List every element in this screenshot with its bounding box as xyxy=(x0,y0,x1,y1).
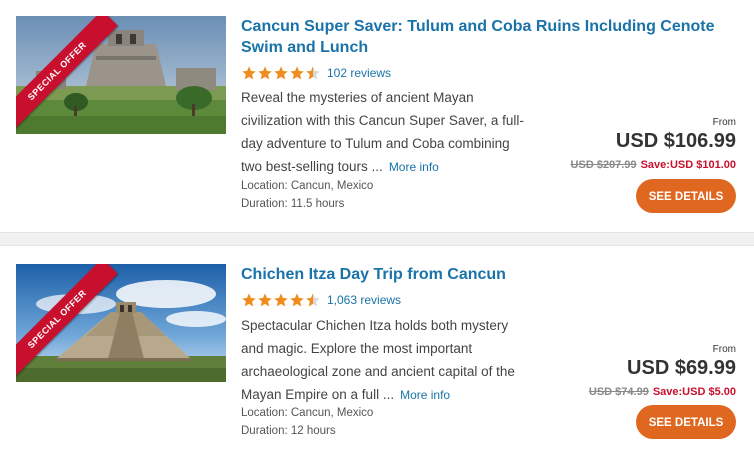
star-half-icon xyxy=(306,293,320,307)
savings-line: USD $207.99 Save:USD $101.00 xyxy=(571,159,736,171)
star-full-icon xyxy=(258,66,272,80)
tour-description: Spectacular Chichen Itza holds both myst… xyxy=(241,314,531,407)
rating-row: 102 reviews xyxy=(241,65,391,81)
tour-listing-card: SPECIAL OFFER Cancun Super Saver: Tulum … xyxy=(0,0,754,232)
card-separator xyxy=(0,232,754,246)
from-label: From xyxy=(712,117,736,128)
star-half-icon xyxy=(306,66,320,80)
tour-listing-card: SPECIAL OFFER Chichen Itza Day Trip from… xyxy=(0,246,754,457)
current-price: USD $69.99 xyxy=(627,357,736,379)
tour-description: Reveal the mysteries of ancient Mayan ci… xyxy=(241,86,531,179)
description-text: Spectacular Chichen Itza holds both myst… xyxy=(241,318,515,402)
duration-text: Duration: 11.5 hours xyxy=(241,198,345,210)
original-price: USD $207.99 xyxy=(570,159,637,171)
star-full-icon xyxy=(290,66,304,80)
location-text: Location: Cancun, Mexico xyxy=(241,180,374,192)
price-block: From USD $106.99 USD $207.99 Save:USD $10… xyxy=(571,117,736,171)
see-details-button[interactable]: SEE DETAILS xyxy=(636,179,736,213)
current-price: USD $106.99 xyxy=(615,130,736,152)
rating-row: 1,063 reviews xyxy=(241,292,401,308)
reviews-link[interactable]: 1,063 reviews xyxy=(327,293,401,307)
see-details-button[interactable]: SEE DETAILS xyxy=(636,405,736,439)
tour-title[interactable]: Cancun Super Saver: Tulum and Coba Ruins… xyxy=(241,16,731,58)
original-price: USD $74.99 xyxy=(588,386,649,398)
duration-text: Duration: 12 hours xyxy=(241,425,336,437)
description-text: Reveal the mysteries of ancient Mayan ci… xyxy=(241,90,524,174)
star-full-icon xyxy=(274,66,288,80)
tour-title[interactable]: Chichen Itza Day Trip from Cancun xyxy=(241,264,731,285)
tour-image-chichen-itza[interactable]: SPECIAL OFFER xyxy=(16,264,226,382)
tour-meta: Location: Cancun, Mexico Duration: 12 ho… xyxy=(241,404,373,440)
tour-meta: Location: Cancun, Mexico Duration: 11.5 … xyxy=(241,177,373,213)
star-rating xyxy=(241,65,321,81)
savings-amount: Save:USD $5.00 xyxy=(652,386,736,398)
savings-amount: Save:USD $101.00 xyxy=(640,159,736,171)
star-full-icon xyxy=(290,293,304,307)
star-full-icon xyxy=(274,293,288,307)
star-rating xyxy=(241,292,321,308)
from-label: From xyxy=(712,344,736,355)
reviews-link[interactable]: 102 reviews xyxy=(327,66,391,80)
savings-line: USD $74.99 Save:USD $5.00 xyxy=(589,386,736,398)
more-info-link[interactable]: More info xyxy=(389,160,439,174)
star-full-icon xyxy=(242,293,256,307)
location-text: Location: Cancun, Mexico xyxy=(241,407,374,419)
star-full-icon xyxy=(258,293,272,307)
price-block: From USD $69.99 USD $74.99 Save:USD $5.00 xyxy=(589,344,736,398)
tour-image-tulum[interactable]: SPECIAL OFFER xyxy=(16,16,226,134)
star-full-icon xyxy=(242,66,256,80)
more-info-link[interactable]: More info xyxy=(400,388,450,402)
